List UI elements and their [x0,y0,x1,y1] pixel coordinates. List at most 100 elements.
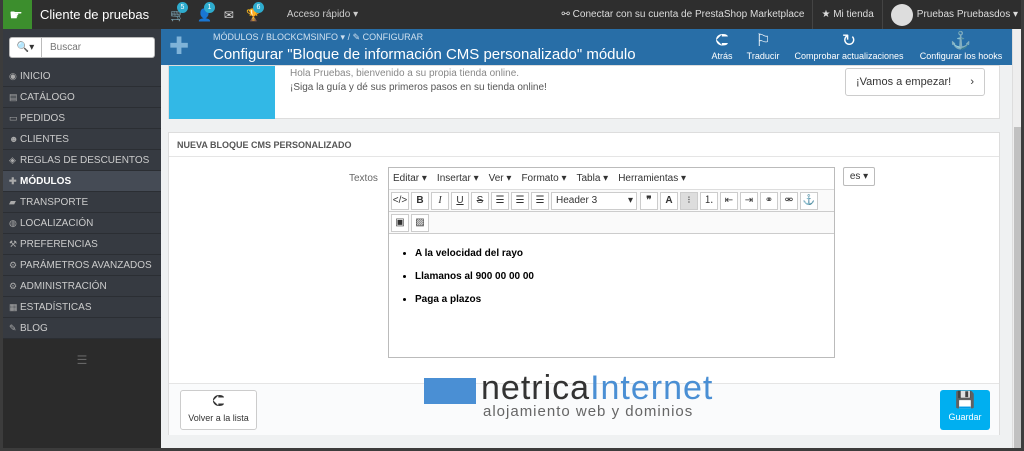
my-shop-link[interactable]: Mi tienda [833,9,874,20]
breadcrumb-modulos[interactable]: MÓDULOS [213,32,259,42]
shop-name[interactable]: Cliente de pruebas [40,7,158,22]
anchor-icon: ⚓ [950,31,972,50]
textos-label: Textos [349,173,378,184]
breadcrumb-blockcmsinfo[interactable]: BLOCKCMSINFO ▾ [266,32,345,42]
bullet-list-icon[interactable]: ⁝ [680,191,698,210]
sidebar-item-preferencias[interactable]: ⚒ PREFERENCIAS [3,234,161,255]
star-icon: ★ [821,9,834,20]
sidebar-item-blog[interactable]: ✎ BLOG [3,318,161,339]
avatar[interactable] [890,3,913,26]
welcome-line-1: Hola Pruebas, bienvenido a su propia tie… [290,68,520,79]
save-button[interactable]: 💾 Guardar [940,390,990,430]
source-code-icon[interactable]: </> [391,191,409,210]
editor-content[interactable]: A la velocidad del rayo Llamanos al 900 … [389,234,834,305]
sidebar-item-pedidos[interactable]: ▭ PEDIDOS [3,108,161,129]
floppy-disk-icon: 💾 [955,392,975,409]
sidebar-item-inicio[interactable]: ◉ INICIO [3,66,161,87]
sidebar-item-parametros[interactable]: ⚙ PARÁMETROS AVANZADOS [3,255,161,276]
sidebar-item-localizacion[interactable]: ◍ LOCALIZACIÓN [3,213,161,234]
sidebar-item-transporte[interactable]: ▰ TRANSPORTE [3,192,161,213]
anchor-icon[interactable]: ⚓ [800,191,818,210]
indent-icon[interactable]: ⇥ [740,191,758,210]
configure-hooks-button[interactable]: ⚓ Configurar los hooks [913,31,1009,61]
page-scrollbar[interactable] [1012,29,1024,451]
circle-arrow-left-icon: ⮈ [212,393,225,410]
pencil-icon: ✎ [9,323,17,333]
image-icon[interactable]: ▨ [411,213,429,232]
quick-access-menu[interactable]: Acceso rápido ▾ [287,9,358,20]
marketplace-link[interactable]: Conectar con su cuenta de PrestaShop Mar… [573,9,805,20]
list-item: A la velocidad del rayo [415,248,834,259]
users-icon: ☻ [9,134,19,144]
cart-icon[interactable]: 🛒 5 [170,1,188,22]
underline-icon[interactable]: U [451,191,469,210]
start-button[interactable]: ¡Vamos a empezar! › [845,68,985,96]
envelope-icon[interactable]: ✉ [224,8,234,22]
sidebar-item-clientes[interactable]: ☻ CLIENTES [3,129,161,150]
language-dropdown[interactable]: es ▾ [843,167,875,186]
watermark-subtitle: alojamiento web y dominios [483,403,694,420]
prestashop-logo-icon[interactable]: ☛ [0,0,32,29]
sidebar-item-administracion[interactable]: ⚙ ADMINISTRACIÓN [3,276,161,297]
menu-formato[interactable]: Formato ▾ [521,173,566,184]
trophy-icon[interactable]: 🏆 6 [246,1,264,22]
sidebar-item-catalogo[interactable]: ▤ CATÁLOGO [3,87,161,108]
search-bar: 🔍▾ [3,29,161,66]
flag-icon: ⚐ [755,31,771,50]
unlink-icon[interactable]: ⚮ [780,191,798,210]
outdent-icon[interactable]: ⇤ [720,191,738,210]
blockquote-icon[interactable]: ❞ [640,191,658,210]
back-tool-button[interactable]: ⮈ Atrás [707,31,737,61]
list-item: Llamanos al 900 00 00 00 [415,271,834,282]
sidebar-item-estadisticas[interactable]: ▦ ESTADÍSTICAS [3,297,161,318]
link-icon: ⚯ [561,9,573,20]
puzzle-icon: ✚ [9,176,17,186]
search-icon[interactable]: 🔍▾ [9,37,42,58]
link-icon[interactable]: ⚭ [760,191,778,210]
back-to-list-button[interactable]: ⮈ Volver a la lista [180,390,257,430]
welcome-line-2: ¡Siga la guía y dé sus primeros pasos en… [290,82,547,93]
sidebar-item-reglas[interactable]: ◈ REGLAS DE DESCUENTOS [3,150,161,171]
puzzle-icon: ✚ [169,33,190,60]
welcome-banner: Hola Pruebas, bienvenido a su propia tie… [168,65,1000,119]
breadcrumb: MÓDULOS / BLOCKCMSINFO ▾ / ✎ CONFIGURAR [213,32,424,42]
editor-toolbar-2: ▣ ▨ [389,212,834,234]
page-header: ✚ MÓDULOS / BLOCKCMSINFO ▾ / ✎ CONFIGURA… [161,29,1012,65]
user-menu[interactable]: Pruebas Pruebasdos ▾ [917,9,1018,20]
customers-badge: 1 [203,1,215,13]
book-icon: ▤ [9,92,18,102]
text-color-icon[interactable]: A [660,191,678,210]
align-center-icon[interactable]: ☰ [511,191,529,210]
check-updates-button[interactable]: ↻ Comprobar actualizaciones [789,31,909,61]
menu-tabla[interactable]: Tabla ▾ [576,173,608,184]
numbered-list-icon[interactable]: ⒈ [700,191,718,210]
circle-arrow-left-icon: ⮈ [715,31,729,50]
align-right-icon[interactable]: ☰ [531,191,549,210]
globe-icon: ◍ [9,218,17,228]
sidebar-item-modulos[interactable]: ✚ MÓDULOS [3,171,161,192]
search-input[interactable] [42,37,155,58]
menu-insertar[interactable]: Insertar ▾ [437,173,479,184]
user-icon[interactable]: 👤 1 [197,1,215,22]
strikethrough-icon[interactable]: S [471,191,489,210]
watermark-bar [424,378,476,404]
format-select[interactable]: Header 3 ▾ [551,191,637,210]
sidebar-toggle-icon[interactable]: ☰ [3,353,161,367]
welcome-illustration [169,66,275,119]
chevron-right-icon: › [970,76,974,88]
bold-icon[interactable]: B [411,191,429,210]
menu-herramientas[interactable]: Herramientas ▾ [618,173,686,184]
scrollbar-thumb[interactable] [1014,127,1023,451]
top-bar: ☛ Cliente de pruebas 🛒 5 👤 1 ✉ 🏆 6 Acceso r… [0,0,1024,29]
breadcrumb-configurar: CONFIGURAR [362,32,424,42]
align-left-icon[interactable]: ☰ [491,191,509,210]
gear-icon: ⚙ [9,281,18,291]
video-icon[interactable]: ▣ [391,213,409,232]
translate-tool-button[interactable]: ⚐ Traducir [743,31,783,61]
caret-down-icon: ▾ [627,194,633,206]
sidebar: 🔍▾ ◉INICIO ▤CATÁLOGO ▭PEDIDOS ☻CLIENTES … [3,29,161,451]
italic-icon[interactable]: I [431,191,449,210]
netrica-watermark-logo: netricaInternet alojamiento web y domini… [424,370,756,422]
menu-ver[interactable]: Ver ▾ [489,173,512,184]
menu-editar[interactable]: Editar ▾ [393,173,427,184]
